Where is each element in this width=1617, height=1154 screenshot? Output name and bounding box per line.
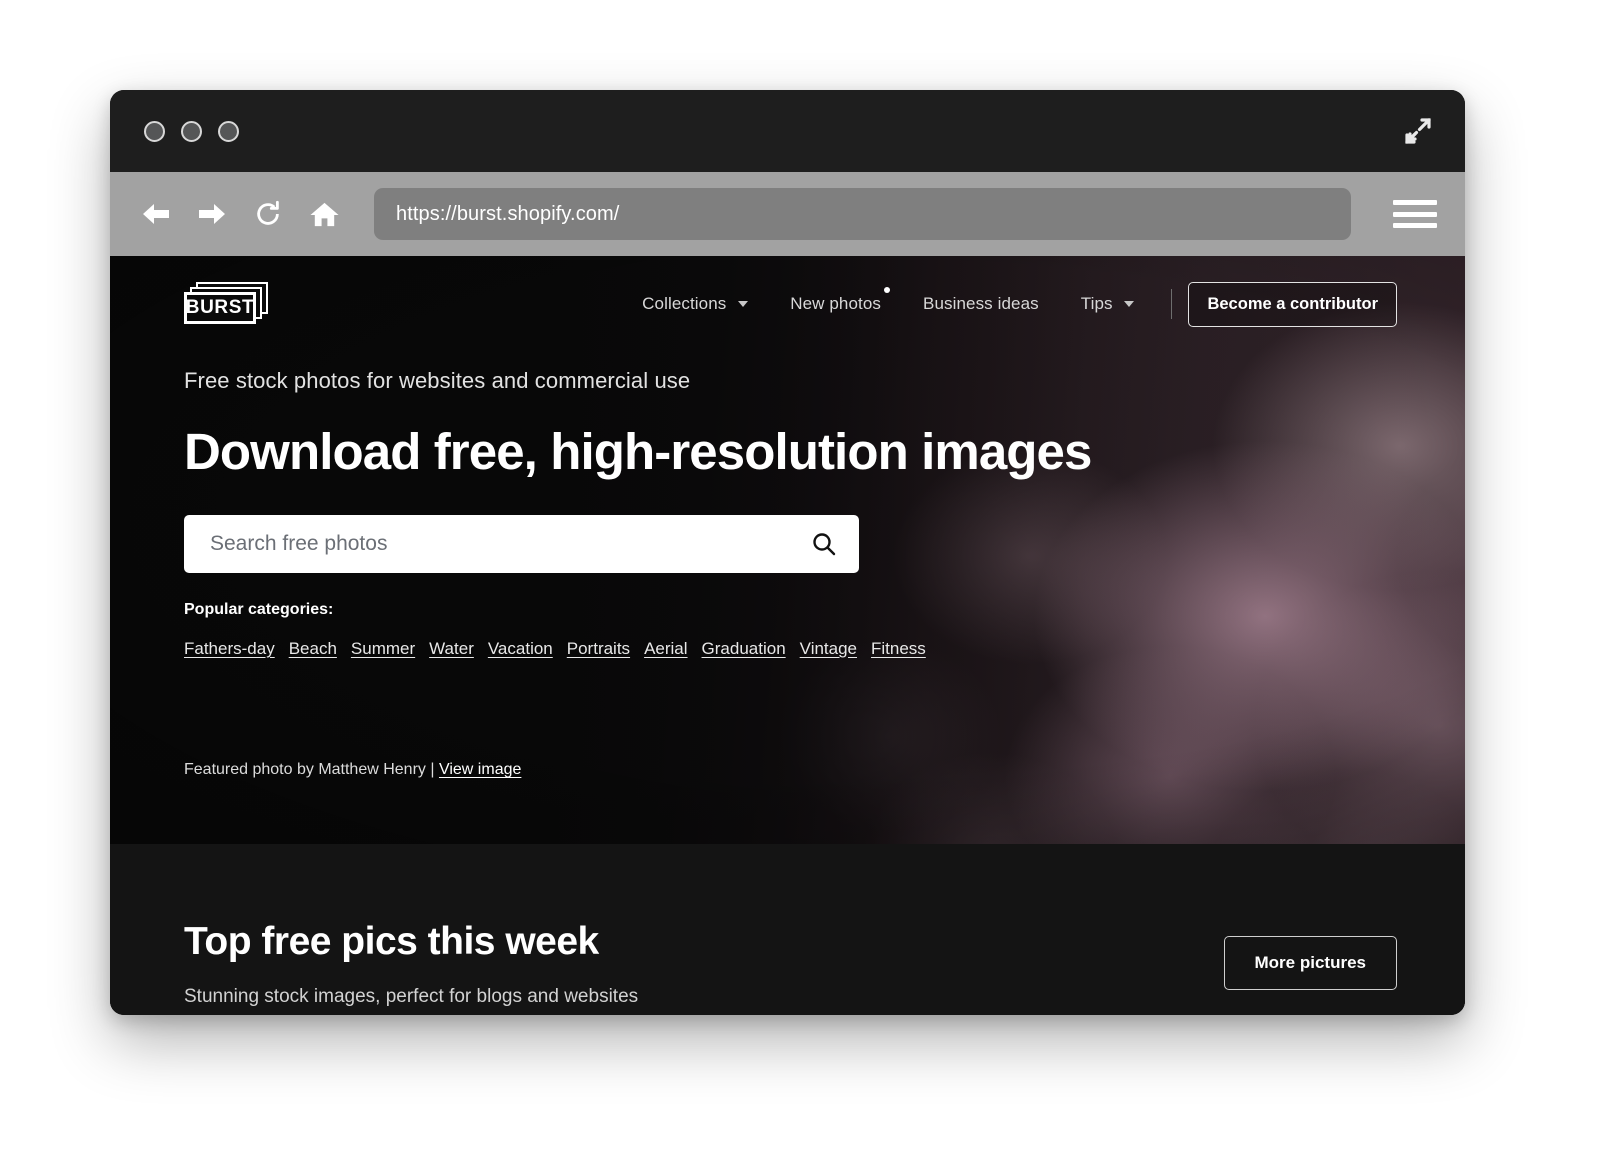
forward-arrow-icon[interactable] — [194, 196, 230, 232]
top-free-pics-section: Top free pics this week Stunning stock i… — [110, 844, 1465, 1015]
chevron-down-icon — [1124, 301, 1135, 307]
view-image-link[interactable]: View image — [439, 761, 521, 778]
window-close-button[interactable] — [144, 120, 165, 142]
nav-links: Collections New photos Business ideas Ti… — [621, 281, 1397, 327]
hamburger-line — [1393, 223, 1437, 228]
reload-icon[interactable] — [250, 196, 286, 232]
hamburger-line — [1393, 211, 1437, 217]
section-title: Top free pics this week — [184, 920, 599, 963]
address-bar[interactable]: https://burst.shopify.com/ — [374, 188, 1351, 240]
category-link-water[interactable]: Water — [429, 639, 474, 659]
hero-content: Free stock photos for websites and comme… — [110, 330, 1465, 779]
nav-item-tips[interactable]: Tips — [1060, 294, 1156, 314]
category-link-vintage[interactable]: Vintage — [800, 639, 857, 659]
burst-logo[interactable]: BURST — [184, 282, 270, 326]
category-link-aerial[interactable]: Aerial — [644, 639, 687, 659]
hamburger-menu-icon[interactable] — [1393, 194, 1437, 234]
search-input[interactable] — [210, 532, 811, 556]
category-link-graduation[interactable]: Graduation — [702, 639, 786, 659]
hero-eyebrow: Free stock photos for websites and comme… — [184, 368, 691, 393]
hero-section: BURST Collections New photos Business id… — [110, 256, 1465, 844]
popular-categories-links: Fathers-day Beach Summer Water Vacation … — [184, 639, 1465, 659]
site-navigation: BURST Collections New photos Business id… — [110, 256, 1465, 330]
new-indicator-dot — [884, 287, 890, 293]
hero-headline: Download free, high-resolution images — [184, 423, 1092, 480]
category-link-portraits[interactable]: Portraits — [567, 639, 630, 659]
category-link-fathers-day[interactable]: Fathers-day — [184, 639, 275, 659]
become-a-contributor-button[interactable]: Become a contributor — [1188, 281, 1397, 327]
nav-item-label: Tips — [1080, 294, 1113, 313]
window-minimize-button[interactable] — [181, 120, 202, 142]
nav-divider — [1171, 289, 1173, 319]
section-subtitle: Stunning stock images, perfect for blogs… — [184, 986, 639, 1007]
category-link-summer[interactable]: Summer — [351, 639, 415, 659]
search-bar[interactable] — [184, 515, 859, 573]
logo-text: BURST — [185, 297, 255, 318]
featured-photo-credit: Featured photo by Matthew Henry | View i… — [184, 761, 1465, 779]
more-pictures-button[interactable]: More pictures — [1223, 936, 1397, 990]
category-link-vacation[interactable]: Vacation — [488, 639, 553, 659]
hamburger-line — [1393, 200, 1437, 205]
nav-item-new-photos[interactable]: New photos — [769, 287, 902, 314]
window-controls — [144, 120, 239, 142]
nav-item-label: Collections — [642, 294, 727, 313]
window-maximize-button[interactable] — [218, 120, 239, 142]
category-link-beach[interactable]: Beach — [289, 639, 337, 659]
address-bar-text: https://burst.shopify.com/ — [396, 202, 620, 225]
browser-toolbar: https://burst.shopify.com/ — [110, 172, 1465, 256]
nav-item-collections[interactable]: Collections — [621, 294, 769, 314]
chevron-down-icon — [738, 301, 749, 307]
home-icon[interactable] — [306, 196, 342, 232]
magnifier-icon[interactable] — [811, 531, 837, 557]
credit-text: Featured photo by Matthew Henry | — [184, 761, 435, 778]
page-content: BURST Collections New photos Business id… — [110, 256, 1465, 1015]
nav-item-business-ideas[interactable]: Business ideas — [902, 294, 1060, 314]
nav-item-label: Business ideas — [923, 294, 1039, 313]
category-link-fitness[interactable]: Fitness — [871, 639, 926, 659]
browser-window: https://burst.shopify.com/ BURST Collect… — [110, 90, 1465, 1015]
back-arrow-icon[interactable] — [138, 196, 174, 232]
logo-frame-front: BURST — [184, 292, 256, 324]
expand-arrows-icon[interactable] — [1401, 114, 1435, 148]
nav-item-label: New photos — [790, 294, 881, 313]
browser-titlebar — [110, 90, 1465, 172]
popular-categories-label: Popular categories: — [184, 601, 334, 618]
